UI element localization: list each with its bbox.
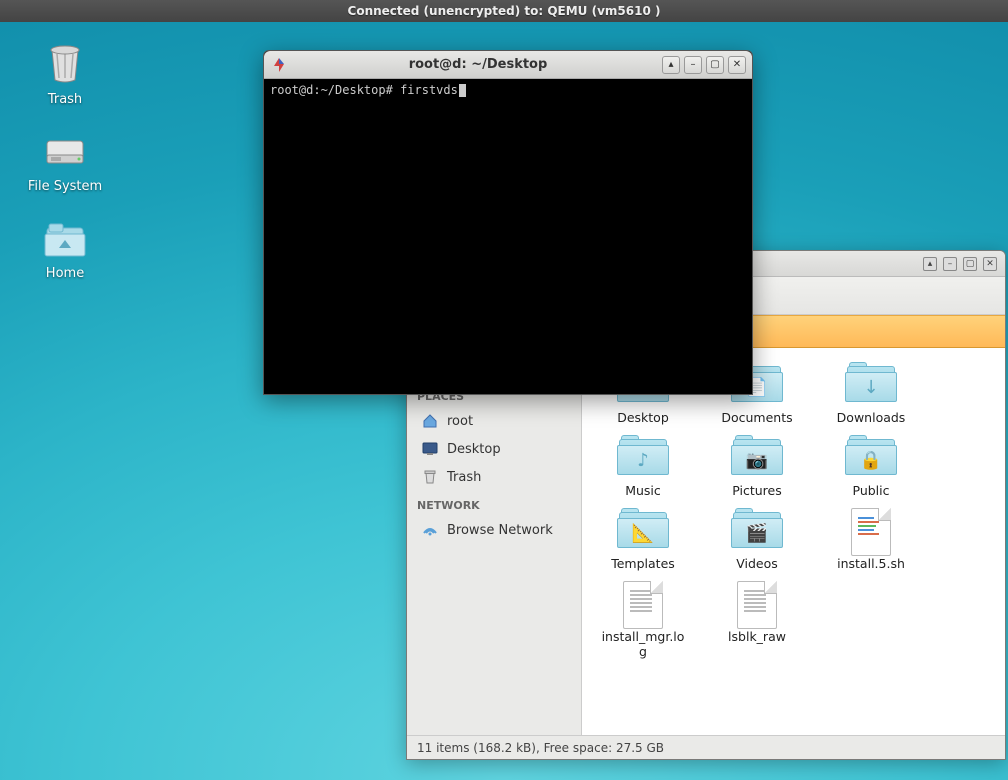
file-item-label: Music: [600, 483, 686, 498]
network-icon: [421, 521, 439, 539]
desktop-icon-filesystem[interactable]: File System: [20, 127, 110, 194]
file-manager-content[interactable]: ▭ Desktop 📄 Documents ↓ Downloads ♪ Musi…: [582, 348, 1005, 735]
maximize-button[interactable]: ▢: [963, 257, 977, 271]
file-item-label: install_mgr.log: [600, 629, 686, 659]
file-item-label: Templates: [600, 556, 686, 571]
file-item-install-5-sh[interactable]: install.5.sh: [828, 508, 914, 571]
connection-bar: Connected (unencrypted) to: QEMU (vm5610…: [0, 0, 1008, 22]
file-item-label: Public: [828, 483, 914, 498]
terminal-app-icon: [270, 56, 288, 74]
trash-icon: [41, 40, 89, 88]
desktop-icon-label: Trash: [20, 92, 110, 107]
desktop-icon-label: Home: [20, 266, 110, 281]
sidebar-item-root[interactable]: root: [407, 407, 581, 435]
sidebar-item-label: Desktop: [447, 442, 501, 457]
sidebar-item-label: Browse Network: [447, 523, 553, 538]
file-item-public[interactable]: 🔒 Public: [828, 435, 914, 498]
status-text: 11 items (168.2 kB), Free space: 27.5 GB: [417, 741, 664, 755]
terminal-prompt: root@d:~/Desktop#: [270, 83, 393, 97]
desktop-icon-home[interactable]: Home: [20, 214, 110, 281]
file-item-templates[interactable]: 📐 Templates: [600, 508, 686, 571]
sidebar-section-network: NETWORK: [407, 491, 581, 516]
close-button[interactable]: ✕: [983, 257, 997, 271]
cursor-icon: [459, 84, 466, 97]
terminal-titlebar[interactable]: root@d: ~/Desktop ▴ – ▢ ✕: [264, 51, 752, 79]
rollup-button[interactable]: ▴: [923, 257, 937, 271]
terminal-command: firstvds: [400, 83, 458, 97]
file-item-videos[interactable]: 🎬 Videos: [714, 508, 800, 571]
disk-icon: [41, 127, 89, 175]
file-item-install-mgr-log[interactable]: install_mgr.log: [600, 581, 686, 659]
file-item-label: Desktop: [600, 410, 686, 425]
desktop-icon-label: File System: [20, 179, 110, 194]
file-item-music[interactable]: ♪ Music: [600, 435, 686, 498]
file-manager-sidebar: File System PLACES root Desktop Trash: [407, 348, 582, 735]
sidebar-item-trash[interactable]: Trash: [407, 463, 581, 491]
file-item-label: Documents: [714, 410, 800, 425]
terminal-window: root@d: ~/Desktop ▴ – ▢ ✕ root@d:~/Deskt…: [263, 50, 753, 395]
sidebar-item-browse-network[interactable]: Browse Network: [407, 516, 581, 544]
sidebar-item-label: Trash: [447, 470, 481, 485]
file-item-label: lsblk_raw: [714, 629, 800, 644]
trash-icon: [421, 468, 439, 486]
minimize-button[interactable]: –: [943, 257, 957, 271]
connection-text: Connected (unencrypted) to: QEMU (vm5610…: [348, 4, 661, 18]
file-item-downloads[interactable]: ↓ Downloads: [828, 362, 914, 425]
minimize-button[interactable]: –: [684, 56, 702, 74]
home-folder-icon: [41, 214, 89, 262]
file-item-label: Videos: [714, 556, 800, 571]
desktop-icon-trash[interactable]: Trash: [20, 40, 110, 107]
desktop-icons: Trash File System Home: [20, 40, 110, 301]
terminal-title: root@d: ~/Desktop: [294, 57, 662, 72]
maximize-button[interactable]: ▢: [706, 56, 724, 74]
file-item-label: Downloads: [828, 410, 914, 425]
file-item-label: Pictures: [714, 483, 800, 498]
file-item-pictures[interactable]: 📷 Pictures: [714, 435, 800, 498]
sidebar-item-label: root: [447, 414, 473, 429]
sidebar-item-desktop[interactable]: Desktop: [407, 435, 581, 463]
file-item-lsblk-raw[interactable]: lsblk_raw: [714, 581, 800, 659]
terminal-body[interactable]: root@d:~/Desktop# firstvds: [264, 79, 752, 394]
file-item-label: install.5.sh: [828, 556, 914, 571]
close-button[interactable]: ✕: [728, 56, 746, 74]
status-bar: 11 items (168.2 kB), Free space: 27.5 GB: [407, 735, 1005, 759]
rollup-button[interactable]: ▴: [662, 56, 680, 74]
file-manager-body: File System PLACES root Desktop Trash: [407, 348, 1005, 735]
desktop-icon: [421, 440, 439, 458]
home-icon: [421, 412, 439, 430]
